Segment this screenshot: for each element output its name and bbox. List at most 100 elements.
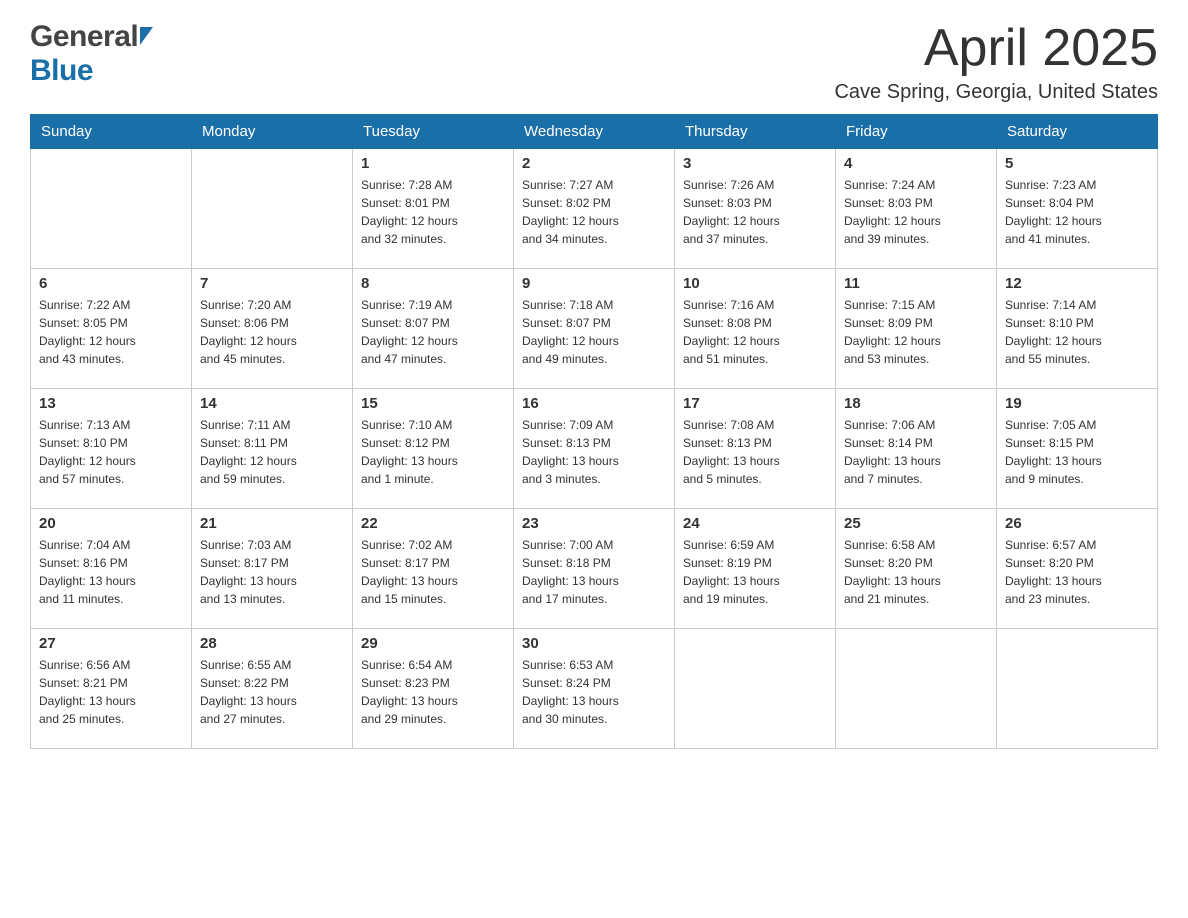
day-info: Sunrise: 7:26 AM Sunset: 8:03 PM Dayligh… <box>683 176 827 248</box>
day-info: Sunrise: 7:16 AM Sunset: 8:08 PM Dayligh… <box>683 296 827 368</box>
calendar-cell: 7 Sunrise: 7:20 AM Sunset: 8:06 PM Daylig… <box>192 269 353 389</box>
weekday-header-wednesday: Wednesday <box>514 115 675 149</box>
weekday-header-saturday: Saturday <box>997 115 1158 149</box>
calendar-cell: 2 Sunrise: 7:27 AM Sunset: 8:02 PM Daylig… <box>514 149 675 269</box>
day-number: 8 <box>361 275 505 292</box>
day-number: 2 <box>522 155 666 172</box>
day-info: Sunrise: 6:58 AM Sunset: 8:20 PM Dayligh… <box>844 536 988 608</box>
day-info: Sunrise: 6:55 AM Sunset: 8:22 PM Dayligh… <box>200 656 344 728</box>
calendar-cell: 23Sunrise: 7:00 AM Sunset: 8:18 PM Dayli… <box>514 509 675 629</box>
week-row-4: 20 Sunrise: 7:04 AM Sunset: 8:16 PM Dayli… <box>31 509 1158 629</box>
calendar-cell: 4 Sunrise: 7:24 AM Sunset: 8:03 PM Daylig… <box>836 149 997 269</box>
day-info: Sunrise: 6:53 AM Sunset: 8:24 PM Dayligh… <box>522 656 666 728</box>
day-info: Sunrise: 7:08 AM Sunset: 8:13 PM Dayligh… <box>683 416 827 488</box>
logo-triangle-icon <box>140 27 153 45</box>
day-number: 29 <box>361 635 505 652</box>
calendar-cell: 16Sunrise: 7:09 AM Sunset: 8:13 PM Dayli… <box>514 389 675 509</box>
calendar-cell: 6 Sunrise: 7:22 AM Sunset: 8:05 PM Daylig… <box>31 269 192 389</box>
day-number: 26 <box>1005 515 1149 532</box>
week-row-1: 1 Sunrise: 7:28 AM Sunset: 8:01 PM Daylig… <box>31 149 1158 269</box>
day-info: Sunrise: 7:00 AM Sunset: 8:18 PM Dayligh… <box>522 536 666 608</box>
calendar-cell: 24 Sunrise: 6:59 AM Sunset: 8:19 PM Dayli… <box>675 509 836 629</box>
calendar-cell: 30 Sunrise: 6:53 AM Sunset: 8:24 PM Dayli… <box>514 629 675 749</box>
calendar-cell: 11Sunrise: 7:15 AM Sunset: 8:09 PM Dayli… <box>836 269 997 389</box>
calendar-cell: 27Sunrise: 6:56 AM Sunset: 8:21 PM Dayli… <box>31 629 192 749</box>
day-info: Sunrise: 7:13 AM Sunset: 8:10 PM Dayligh… <box>39 416 183 488</box>
weekday-header-tuesday: Tuesday <box>353 115 514 149</box>
calendar-cell: 20 Sunrise: 7:04 AM Sunset: 8:16 PM Dayli… <box>31 509 192 629</box>
day-info: Sunrise: 7:06 AM Sunset: 8:14 PM Dayligh… <box>844 416 988 488</box>
day-info: Sunrise: 7:18 AM Sunset: 8:07 PM Dayligh… <box>522 296 666 368</box>
calendar-cell <box>836 629 997 749</box>
weekday-header-row: SundayMondayTuesdayWednesdayThursdayFrid… <box>31 115 1158 149</box>
day-number: 19 <box>1005 395 1149 412</box>
day-number: 10 <box>683 275 827 292</box>
day-number: 7 <box>200 275 344 292</box>
calendar-cell: 9Sunrise: 7:18 AM Sunset: 8:07 PM Daylig… <box>514 269 675 389</box>
calendar-cell: 21 Sunrise: 7:03 AM Sunset: 8:17 PM Dayli… <box>192 509 353 629</box>
day-info: Sunrise: 6:57 AM Sunset: 8:20 PM Dayligh… <box>1005 536 1149 608</box>
day-info: Sunrise: 7:15 AM Sunset: 8:09 PM Dayligh… <box>844 296 988 368</box>
day-number: 17 <box>683 395 827 412</box>
calendar-cell: 17 Sunrise: 7:08 AM Sunset: 8:13 PM Dayli… <box>675 389 836 509</box>
day-number: 12 <box>1005 275 1149 292</box>
calendar-cell: 14 Sunrise: 7:11 AM Sunset: 8:11 PM Dayli… <box>192 389 353 509</box>
calendar-cell: 25 Sunrise: 6:58 AM Sunset: 8:20 PM Dayli… <box>836 509 997 629</box>
day-info: Sunrise: 7:28 AM Sunset: 8:01 PM Dayligh… <box>361 176 505 248</box>
day-number: 1 <box>361 155 505 172</box>
location-text: Cave Spring, Georgia, United States <box>834 81 1158 104</box>
calendar-cell <box>675 629 836 749</box>
calendar-cell: 26 Sunrise: 6:57 AM Sunset: 8:20 PM Dayli… <box>997 509 1158 629</box>
day-number: 13 <box>39 395 183 412</box>
day-info: Sunrise: 7:27 AM Sunset: 8:02 PM Dayligh… <box>522 176 666 248</box>
day-info: Sunrise: 7:10 AM Sunset: 8:12 PM Dayligh… <box>361 416 505 488</box>
calendar-cell: 29Sunrise: 6:54 AM Sunset: 8:23 PM Dayli… <box>353 629 514 749</box>
calendar-cell: 15 Sunrise: 7:10 AM Sunset: 8:12 PM Dayli… <box>353 389 514 509</box>
day-number: 25 <box>844 515 988 532</box>
day-number: 24 <box>683 515 827 532</box>
calendar-cell: 28Sunrise: 6:55 AM Sunset: 8:22 PM Dayli… <box>192 629 353 749</box>
weekday-header-friday: Friday <box>836 115 997 149</box>
day-number: 18 <box>844 395 988 412</box>
week-row-3: 13 Sunrise: 7:13 AM Sunset: 8:10 PM Dayli… <box>31 389 1158 509</box>
weekday-header-monday: Monday <box>192 115 353 149</box>
page-header: General Blue April 2025 Cave Spring, Geo… <box>30 20 1158 104</box>
day-info: Sunrise: 7:09 AM Sunset: 8:13 PM Dayligh… <box>522 416 666 488</box>
day-number: 3 <box>683 155 827 172</box>
calendar-cell: 18 Sunrise: 7:06 AM Sunset: 8:14 PM Dayli… <box>836 389 997 509</box>
day-number: 15 <box>361 395 505 412</box>
calendar-cell: 10 Sunrise: 7:16 AM Sunset: 8:08 PM Dayli… <box>675 269 836 389</box>
day-info: Sunrise: 7:14 AM Sunset: 8:10 PM Dayligh… <box>1005 296 1149 368</box>
calendar-cell: 22 Sunrise: 7:02 AM Sunset: 8:17 PM Dayli… <box>353 509 514 629</box>
day-info: Sunrise: 7:23 AM Sunset: 8:04 PM Dayligh… <box>1005 176 1149 248</box>
calendar-cell <box>997 629 1158 749</box>
day-info: Sunrise: 7:03 AM Sunset: 8:17 PM Dayligh… <box>200 536 344 608</box>
day-number: 6 <box>39 275 183 292</box>
day-number: 30 <box>522 635 666 652</box>
day-info: Sunrise: 7:20 AM Sunset: 8:06 PM Dayligh… <box>200 296 344 368</box>
logo-general-text: General <box>30 20 138 54</box>
day-number: 14 <box>200 395 344 412</box>
calendar-cell: 19 Sunrise: 7:05 AM Sunset: 8:15 PM Dayli… <box>997 389 1158 509</box>
day-info: Sunrise: 7:19 AM Sunset: 8:07 PM Dayligh… <box>361 296 505 368</box>
week-row-2: 6 Sunrise: 7:22 AM Sunset: 8:05 PM Daylig… <box>31 269 1158 389</box>
day-number: 21 <box>200 515 344 532</box>
day-info: Sunrise: 7:11 AM Sunset: 8:11 PM Dayligh… <box>200 416 344 488</box>
day-number: 20 <box>39 515 183 532</box>
weekday-header-thursday: Thursday <box>675 115 836 149</box>
logo-blue-text: Blue <box>30 54 153 88</box>
day-info: Sunrise: 7:02 AM Sunset: 8:17 PM Dayligh… <box>361 536 505 608</box>
calendar-table: SundayMondayTuesdayWednesdayThursdayFrid… <box>30 114 1158 749</box>
day-number: 22 <box>361 515 505 532</box>
day-info: Sunrise: 6:56 AM Sunset: 8:21 PM Dayligh… <box>39 656 183 728</box>
day-info: Sunrise: 7:04 AM Sunset: 8:16 PM Dayligh… <box>39 536 183 608</box>
day-info: Sunrise: 6:59 AM Sunset: 8:19 PM Dayligh… <box>683 536 827 608</box>
calendar-cell: 3 Sunrise: 7:26 AM Sunset: 8:03 PM Daylig… <box>675 149 836 269</box>
day-number: 4 <box>844 155 988 172</box>
day-info: Sunrise: 7:05 AM Sunset: 8:15 PM Dayligh… <box>1005 416 1149 488</box>
day-info: Sunrise: 7:22 AM Sunset: 8:05 PM Dayligh… <box>39 296 183 368</box>
calendar-cell <box>192 149 353 269</box>
day-info: Sunrise: 7:24 AM Sunset: 8:03 PM Dayligh… <box>844 176 988 248</box>
week-row-5: 27Sunrise: 6:56 AM Sunset: 8:21 PM Dayli… <box>31 629 1158 749</box>
month-title: April 2025 <box>834 20 1158 77</box>
